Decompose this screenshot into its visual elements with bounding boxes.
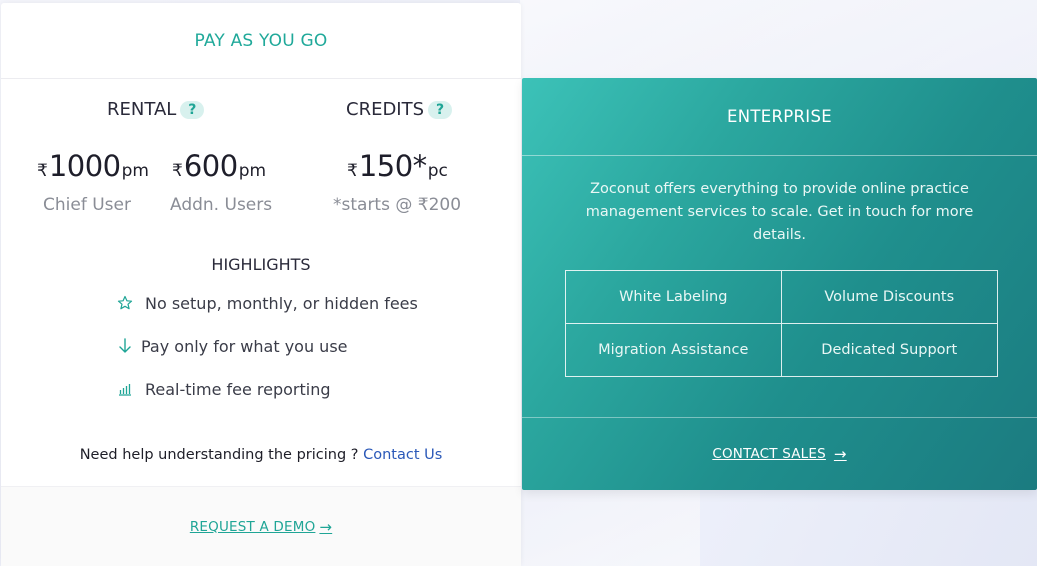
credits-price: ₹ 150* pc [347, 149, 448, 183]
enterprise-card: ENTERPRISE Zoconut offers everything to … [522, 78, 1037, 490]
rupee-symbol: ₹ [172, 161, 183, 181]
feature-dedicated-support: Dedicated Support [821, 341, 958, 358]
feature-white-labeling: White Labeling [566, 271, 782, 324]
highlight-item: Pay only for what you use [115, 336, 348, 356]
price-unit: pm [121, 161, 149, 181]
credits-label: CREDITS [346, 99, 425, 120]
payg-title: PAY AS YOU GO [194, 30, 328, 51]
background-decoration-bottom [700, 490, 1037, 566]
price-unit: pc [427, 161, 448, 181]
chief-user-caption: Chief User [43, 195, 131, 215]
price-amount: 150* [358, 149, 427, 183]
highlight-text: Pay only for what you use [141, 336, 348, 356]
star-icon [115, 293, 135, 313]
price-unit: pm [238, 161, 267, 181]
pricing-help-line: Need help understanding the pricing ? Co… [1, 447, 521, 463]
arrow-right-icon: → [833, 445, 847, 463]
highlight-item: Real-time fee reporting [115, 379, 331, 399]
rental-heading: RENTAL ? [107, 99, 205, 120]
rental-label: RENTAL [107, 99, 177, 120]
highlights-title: HIGHLIGHTS [211, 255, 311, 274]
price-amount: 1000 [48, 149, 121, 183]
addn-users-caption: Addn. Users [170, 195, 273, 215]
request-demo-button[interactable]: REQUEST A DEMO → [190, 518, 332, 536]
highlight-text: No setup, monthly, or hidden fees [145, 293, 418, 313]
enterprise-title: ENTERPRISE [727, 107, 832, 126]
highlight-text: Real-time fee reporting [145, 379, 331, 399]
price-amount: 600 [183, 149, 238, 183]
pay-as-you-go-card: PAY AS YOU GO RENTAL ? CREDITS ? ₹ 1000 … [1, 3, 521, 566]
enterprise-header: ENTERPRISE [522, 78, 1037, 156]
request-demo-label: REQUEST A DEMO [189, 518, 316, 535]
payg-footer: REQUEST A DEMO → [1, 486, 521, 566]
credits-caption: *starts @ ₹200 [333, 195, 462, 215]
credits-help-icon[interactable]: ? [428, 100, 453, 119]
enterprise-footer: CONTACT SALES → [522, 417, 1037, 490]
rupee-symbol: ₹ [37, 161, 48, 181]
contact-sales-button[interactable]: CONTACT SALES → [712, 445, 846, 463]
credits-heading: CREDITS ? [346, 99, 453, 120]
feature-volume-discounts: Volume Discounts [781, 271, 997, 324]
enterprise-description: Zoconut offers everything to provide onl… [585, 181, 974, 243]
chief-user-price: ₹ 1000 pm [37, 149, 149, 183]
arrow-right-icon: → [319, 517, 333, 536]
highlight-item: No setup, monthly, or hidden fees [115, 293, 418, 313]
payg-header: PAY AS YOU GO [1, 3, 521, 79]
contact-sales-label: CONTACT SALES [712, 446, 826, 462]
help-text: Need help understanding the pricing ? [79, 447, 364, 463]
rupee-symbol: ₹ [347, 161, 358, 181]
addn-users-price: ₹ 600 pm [172, 149, 266, 183]
contact-us-link[interactable]: Contact Us [363, 447, 442, 463]
enterprise-features-grid: White Labeling Volume Discounts Migratio… [565, 270, 998, 377]
arrow-down-icon [115, 336, 135, 356]
rental-help-icon[interactable]: ? [180, 100, 205, 119]
feature-migration-assistance: Migration Assistance [566, 323, 782, 376]
pricing-section: RENTAL ? CREDITS ? ₹ 1000 pm Chief User … [1, 99, 521, 229]
bar-chart-icon [115, 379, 135, 399]
